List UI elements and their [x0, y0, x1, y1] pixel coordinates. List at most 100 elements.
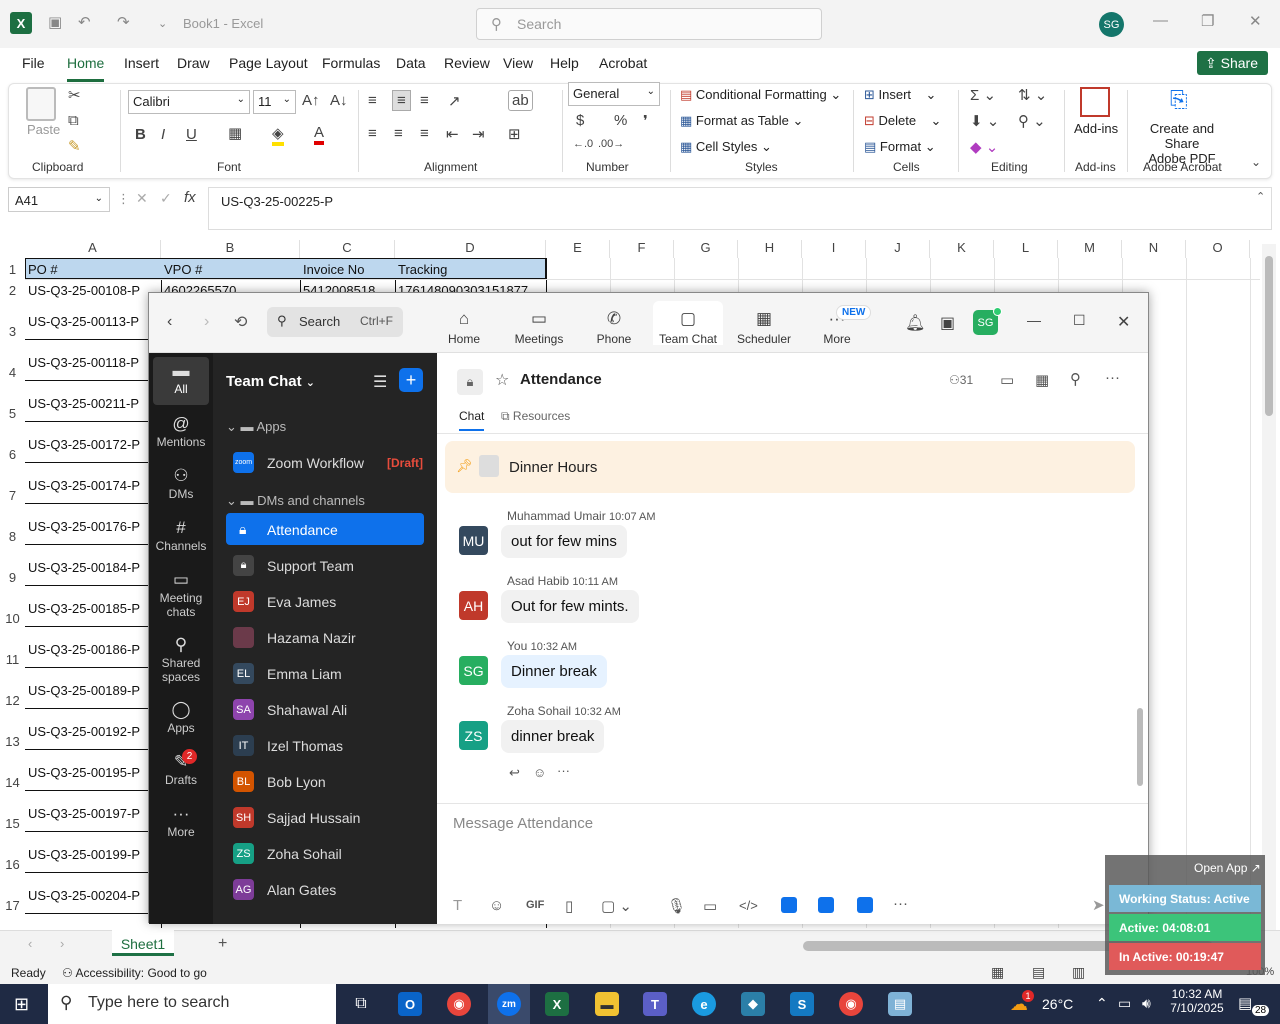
- decrease-decimal-icon[interactable]: .00→: [598, 138, 624, 150]
- new-chat-button[interactable]: +: [399, 368, 423, 392]
- menu-view[interactable]: View: [503, 55, 533, 71]
- sort-filter-icon[interactable]: ⇅ ⌄: [1018, 86, 1047, 104]
- notepad-icon[interactable]: ▤: [888, 992, 912, 1016]
- confirm-formula-icon[interactable]: ✓: [160, 190, 172, 207]
- align-top-icon[interactable]: ≡: [368, 92, 377, 109]
- normal-view-icon[interactable]: ▦: [991, 964, 1004, 981]
- percent-icon[interactable]: %: [614, 112, 627, 129]
- cell-a3[interactable]: US-Q3-25-00113-P: [25, 314, 149, 329]
- channel-attendance[interactable]: 🔒︎ Attendance: [226, 513, 424, 545]
- fill-color-icon[interactable]: ◈: [272, 124, 284, 146]
- increase-font-icon[interactable]: A↑: [302, 92, 320, 109]
- column-header-b[interactable]: B: [161, 240, 300, 258]
- video-message-icon[interactable]: ▭: [703, 897, 717, 915]
- zoom-maximize-icon[interactable]: ☐: [1073, 312, 1086, 329]
- menu-home[interactable]: Home: [67, 55, 104, 71]
- rail-dms[interactable]: ⚇ DMs: [149, 467, 213, 501]
- message-bubble[interactable]: Out for few mints.: [501, 590, 639, 623]
- message-bubble[interactable]: dinner break: [501, 720, 605, 753]
- italic-icon[interactable]: I: [161, 126, 165, 143]
- create-pdf-icon[interactable]: ⎘: [1170, 87, 1188, 113]
- row-header-17[interactable]: 17: [0, 898, 25, 913]
- member-count[interactable]: ⚇31: [949, 373, 973, 387]
- emoji-reaction-icon[interactable]: ☺: [533, 765, 546, 780]
- menu-insert[interactable]: Insert: [124, 55, 159, 71]
- history-icon[interactable]: ⟲: [234, 312, 247, 332]
- rail-meeting-chats[interactable]: ▭ Meeting chats: [149, 571, 213, 619]
- dm-hazama-nazir[interactable]: Hazama Nazir: [213, 621, 437, 653]
- cell-a4[interactable]: US-Q3-25-00118-P: [25, 355, 149, 370]
- menu-page-layout[interactable]: Page Layout: [229, 55, 308, 71]
- cell-a5[interactable]: US-Q3-25-00211-P: [25, 396, 149, 411]
- sketch-app-icon[interactable]: S: [790, 992, 814, 1016]
- microphone-icon[interactable]: 🎙︎: [667, 897, 686, 915]
- chat-scroll-thumb[interactable]: [1137, 708, 1143, 786]
- cell-c1[interactable]: Invoice No: [300, 262, 395, 277]
- align-right-icon[interactable]: ≡: [420, 125, 429, 142]
- chrome-profile-icon[interactable]: ◉: [839, 992, 863, 1016]
- column-header-n[interactable]: N: [1122, 240, 1186, 258]
- send-icon[interactable]: ➤: [1092, 896, 1105, 914]
- collapse-ribbon-icon[interactable]: ⌄: [1251, 155, 1261, 169]
- user-avatar[interactable]: SG: [1099, 12, 1124, 37]
- paste-icon[interactable]: [26, 87, 56, 121]
- chrome-icon[interactable]: ◉: [447, 992, 471, 1016]
- taskbar-search[interactable]: ⚲ Type here to search: [48, 984, 336, 1024]
- menu-data[interactable]: Data: [396, 55, 426, 71]
- nav-home[interactable]: ⌂ Home: [429, 309, 499, 346]
- cell-a15[interactable]: US-Q3-25-00197-P: [25, 806, 149, 821]
- column-header-a[interactable]: A: [25, 240, 161, 258]
- nav-scheduler[interactable]: ▦ Scheduler: [729, 309, 799, 346]
- copy-icon[interactable]: ⧉: [68, 112, 79, 129]
- nav-phone[interactable]: ✆ Phone: [579, 309, 649, 346]
- cell-a7[interactable]: US-Q3-25-00174-P: [25, 478, 149, 493]
- cell-styles-button[interactable]: ▦ Cell Styles ⌄: [680, 139, 772, 155]
- cell-b1[interactable]: VPO #: [161, 262, 300, 277]
- reply-icon[interactable]: ↩: [509, 765, 520, 781]
- redo-icon[interactable]: ↷: [117, 13, 130, 31]
- calendar-icon[interactable]: ▦: [1035, 371, 1049, 389]
- search-icon[interactable]: ⚲: [1070, 370, 1081, 388]
- menu-formulas[interactable]: Formulas: [322, 55, 380, 71]
- avatar[interactable]: ZS: [459, 721, 488, 750]
- customize-qat-icon[interactable]: ⌄: [158, 17, 167, 30]
- clear-icon[interactable]: ◆ ⌄: [970, 138, 998, 156]
- close-icon[interactable]: ✕: [1249, 12, 1262, 30]
- team-chat-title[interactable]: Team Chat ⌄: [226, 373, 315, 390]
- addins-label[interactable]: Add-ins: [1074, 121, 1118, 136]
- autosum-icon[interactable]: Σ ⌄: [970, 86, 996, 104]
- avatar[interactable]: MU: [459, 526, 488, 555]
- column-header-i[interactable]: I: [802, 240, 866, 258]
- file-explorer-icon[interactable]: ▬: [595, 992, 619, 1016]
- cell-a1[interactable]: PO #: [25, 262, 161, 277]
- dm-eva-james[interactable]: EJ Eva James: [213, 585, 437, 617]
- row-header-5[interactable]: 5: [0, 406, 25, 421]
- bold-icon[interactable]: B: [135, 126, 146, 143]
- dm-emma-liam[interactable]: EL Emma Liam: [213, 657, 437, 689]
- workflow-item[interactable]: zoom Zoom Workflow [Draft]: [213, 446, 437, 478]
- row-header-16[interactable]: 16: [0, 857, 25, 872]
- cell-a8[interactable]: US-Q3-25-00176-P: [25, 519, 149, 534]
- menu-acrobat[interactable]: Acrobat: [599, 55, 647, 71]
- dm-izel-thomas[interactable]: IT Izel Thomas: [213, 729, 437, 761]
- menu-help[interactable]: Help: [550, 55, 579, 71]
- paste-label[interactable]: Paste: [27, 122, 60, 137]
- increase-decimal-icon[interactable]: ←.0: [573, 138, 593, 150]
- rail-drafts[interactable]: ✎ Drafts: [149, 753, 213, 787]
- edge-icon[interactable]: e: [692, 992, 716, 1016]
- column-header-j[interactable]: J: [866, 240, 930, 258]
- outlook-icon[interactable]: O: [398, 992, 422, 1016]
- addins-icon[interactable]: [1080, 87, 1110, 117]
- row-header-12[interactable]: 12: [0, 693, 25, 708]
- align-left-icon[interactable]: ≡: [368, 125, 377, 142]
- tab-chat[interactable]: Chat: [459, 409, 485, 431]
- formula-options-icon[interactable]: ⋮: [117, 191, 130, 207]
- whiteboard-icon[interactable]: ▣: [940, 313, 955, 333]
- filter-icon[interactable]: ☰: [373, 372, 387, 392]
- decrease-indent-icon[interactable]: ⇤: [446, 125, 459, 143]
- code-icon[interactable]: </>: [739, 898, 758, 913]
- column-header-k[interactable]: K: [930, 240, 994, 258]
- channel-support-team[interactable]: 🔒︎ Support Team: [213, 549, 437, 581]
- font-name-select[interactable]: Calibri ⌄: [128, 90, 250, 114]
- forward-icon[interactable]: ›: [204, 313, 209, 331]
